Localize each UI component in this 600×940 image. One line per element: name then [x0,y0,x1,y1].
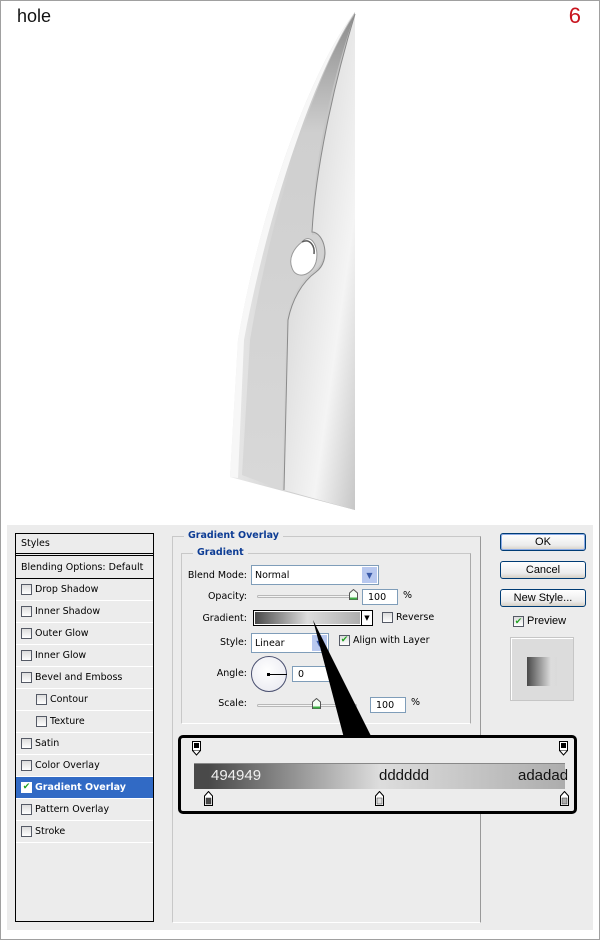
style-item-outer-glow[interactable]: Outer Glow [16,623,153,645]
style-item-color-overlay[interactable]: Color Overlay [16,755,153,777]
style-item-label: Inner Glow [35,650,87,661]
gradient-preview[interactable] [254,611,361,625]
angle-center-dot [267,673,270,676]
style-item-checkbox[interactable] [21,650,32,661]
style-item-checkbox[interactable] [21,606,32,617]
blade-illustration [220,10,380,515]
scale-slider[interactable] [257,704,357,707]
stop-label-1: 494949 [211,767,262,784]
opacity-input[interactable]: 100 [362,589,398,605]
style-preview-thumbnail [510,637,574,701]
stop-label-3: adadad [518,767,569,784]
style-item-satin[interactable]: Satin [16,733,153,755]
preview-label: Preview [527,615,567,627]
style-item-checkbox[interactable] [21,804,32,815]
gradient-overlay-title: Gradient Overlay [184,530,283,541]
color-stop-3[interactable] [560,791,569,806]
style-item-bevel-and-emboss[interactable]: Bevel and Emboss [16,667,153,689]
layer-style-dialog: Styles Blending Options: Default Drop Sh… [7,525,593,930]
align-with-layer-checkbox[interactable]: Align with Layer [339,635,430,646]
styles-header[interactable]: Styles [16,534,153,556]
step-number: 6 [568,3,581,28]
gradient-editor-callout: 494949 dddddd adadad [178,735,577,814]
style-item-label: Inner Shadow [35,606,101,617]
color-stop-2[interactable] [374,791,384,806]
reverse-label: Reverse [396,612,435,623]
opacity-label: Opacity: [207,591,247,602]
angle-input[interactable]: 0 [292,666,332,682]
preview-checkbox[interactable]: Preview [513,615,566,627]
ok-button[interactable]: OK [500,533,586,551]
style-item-label: Drop Shadow [35,584,99,595]
style-item-label: Stroke [35,826,66,837]
style-item-label: Color Overlay [35,760,100,771]
style-item-checkbox[interactable] [36,716,47,727]
chevron-down-icon[interactable]: ▼ [362,567,377,583]
scale-unit: % [411,697,421,708]
style-item-checkbox[interactable] [21,826,32,837]
style-item-pattern-overlay[interactable]: Pattern Overlay [16,799,153,821]
style-item-stroke[interactable]: Stroke [16,821,153,843]
gradient-picker[interactable]: ▼ [253,610,373,626]
angle-dial[interactable] [251,656,287,692]
step-title: hole [17,6,52,26]
style-item-drop-shadow[interactable]: Drop Shadow [16,579,153,601]
opacity-slider-thumb[interactable] [349,589,358,600]
reverse-checkbox-box[interactable] [382,612,393,623]
style-select[interactable]: Linear ▼ [251,633,329,653]
scale-slider-thumb[interactable] [312,698,321,709]
blade-image [230,12,356,510]
opacity-stop-right[interactable] [559,741,568,756]
new-style-button[interactable]: New Style... [500,589,586,607]
style-item-contour[interactable]: Contour [16,689,153,711]
reverse-checkbox[interactable]: Reverse [382,612,434,623]
gradient-label: Gradient: [202,613,247,624]
style-preview-swatch [527,657,557,686]
style-item-checkbox[interactable] [21,672,32,683]
scale-input[interactable]: 100 [370,697,406,713]
style-item-checkbox[interactable] [21,738,32,749]
gradient-group-title: Gradient [193,547,248,558]
style-item-inner-shadow[interactable]: Inner Shadow [16,601,153,623]
chevron-down-icon[interactable]: ▼ [312,635,327,651]
style-item-label: Texture [50,716,85,727]
stop-label-2: dddddd [379,767,430,784]
style-item-gradient-overlay[interactable]: Gradient Overlay [16,777,153,799]
blend-mode-select[interactable]: Normal ▼ [251,565,379,585]
style-item-label: Gradient Overlay [35,782,126,793]
blend-mode-label: Blend Mode: [187,570,247,581]
angle-hand [269,674,287,675]
gradient-dropdown-icon[interactable]: ▼ [361,611,372,625]
align-with-layer-label: Align with Layer [353,635,430,646]
style-item-checkbox[interactable] [21,782,32,793]
align-checkbox-box[interactable] [339,635,350,646]
style-item-texture[interactable]: Texture [16,711,153,733]
opacity-slider[interactable] [257,595,357,598]
blend-mode-value: Normal [255,569,290,581]
opacity-stop-left[interactable] [192,741,201,756]
style-value: Linear [255,637,285,649]
style-item-label: Pattern Overlay [35,804,110,815]
scale-label: Scale: [218,698,247,709]
style-item-inner-glow[interactable]: Inner Glow [16,645,153,667]
preview-checkbox-box[interactable] [513,615,524,627]
blending-options-item[interactable]: Blending Options: Default [16,556,153,579]
angle-label: Angle: [216,668,247,679]
color-stop-1[interactable] [203,791,213,806]
style-item-label: Bevel and Emboss [35,672,123,683]
styles-list: Styles Blending Options: Default Drop Sh… [15,533,154,922]
style-item-checkbox[interactable] [21,584,32,595]
style-item-label: Satin [35,738,60,749]
style-item-checkbox[interactable] [21,760,32,771]
style-item-checkbox[interactable] [36,694,47,705]
style-item-checkbox[interactable] [21,628,32,639]
opacity-unit: % [403,590,413,601]
style-label: Style: [219,637,247,648]
style-item-label: Contour [50,694,88,705]
cancel-button[interactable]: Cancel [500,561,586,579]
style-item-label: Outer Glow [35,628,89,639]
